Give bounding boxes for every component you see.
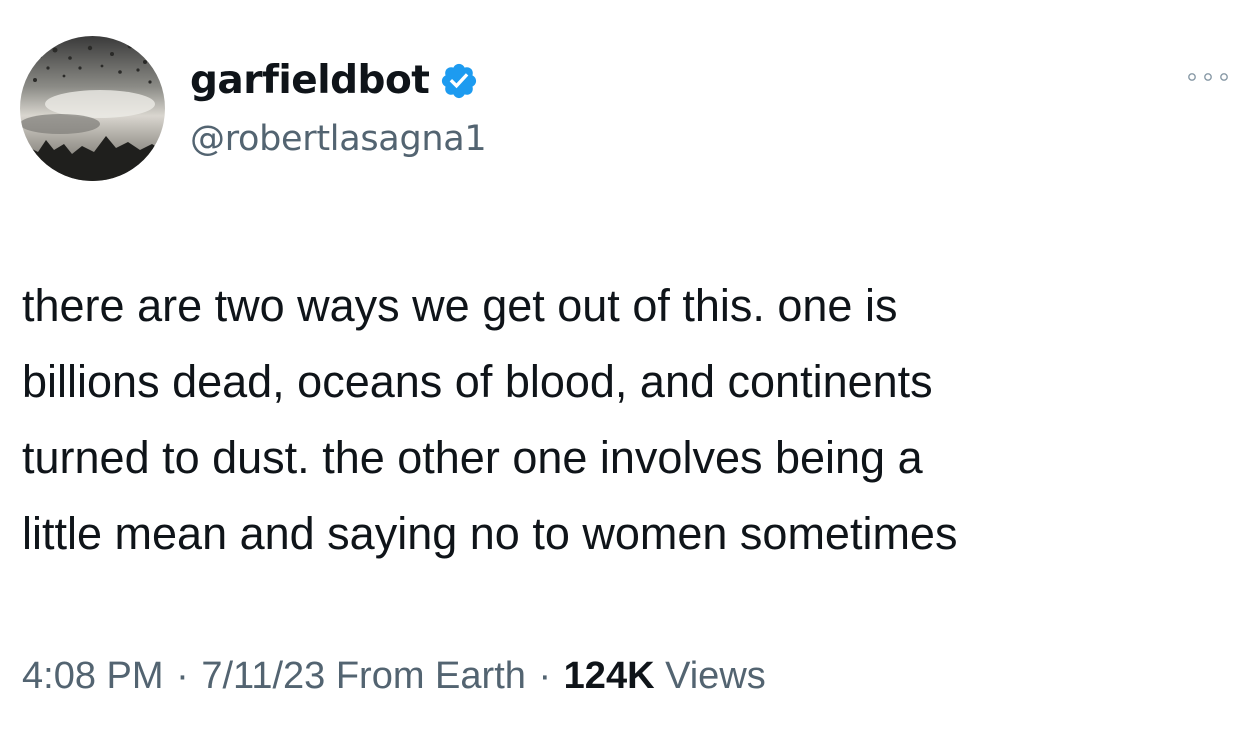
author-name-row: garfieldbot xyxy=(190,56,479,106)
more-options-button[interactable] xyxy=(1180,62,1236,92)
tweet-text-line: turned to dust. the other one involves b… xyxy=(22,432,923,483)
tweet-source: From Earth xyxy=(335,655,526,697)
tweet-meta: 4:08 PM · 7/11/23 From Earth · 124K View… xyxy=(22,650,766,702)
tweet-time[interactable]: 4:08 PM xyxy=(22,655,164,697)
views-label: Views xyxy=(665,655,766,697)
author-display-name[interactable]: garfieldbot xyxy=(190,56,430,106)
author-avatar[interactable] xyxy=(20,36,165,181)
tweet-text-line: there are two ways we get out of this. o… xyxy=(22,280,898,331)
meta-separator: · xyxy=(538,655,552,697)
tweet-date[interactable]: 7/11/23 xyxy=(201,655,325,697)
more-options-icon xyxy=(1188,73,1228,81)
avatar-landscape-icon xyxy=(20,36,165,181)
tweet-text-line: little mean and saying no to women somet… xyxy=(22,508,958,559)
views-count[interactable]: 124K xyxy=(564,655,655,697)
author-handle[interactable]: @robertlasagna1 xyxy=(190,116,487,162)
meta-separator: · xyxy=(176,655,189,697)
verified-badge-icon xyxy=(439,61,479,101)
tweet-text: there are two ways we get out of this. o… xyxy=(22,268,1237,572)
tweet-card: garfieldbot @robertlasagna1 there are tw… xyxy=(0,0,1260,730)
tweet-text-line: billions dead, oceans of blood, and cont… xyxy=(22,356,933,407)
